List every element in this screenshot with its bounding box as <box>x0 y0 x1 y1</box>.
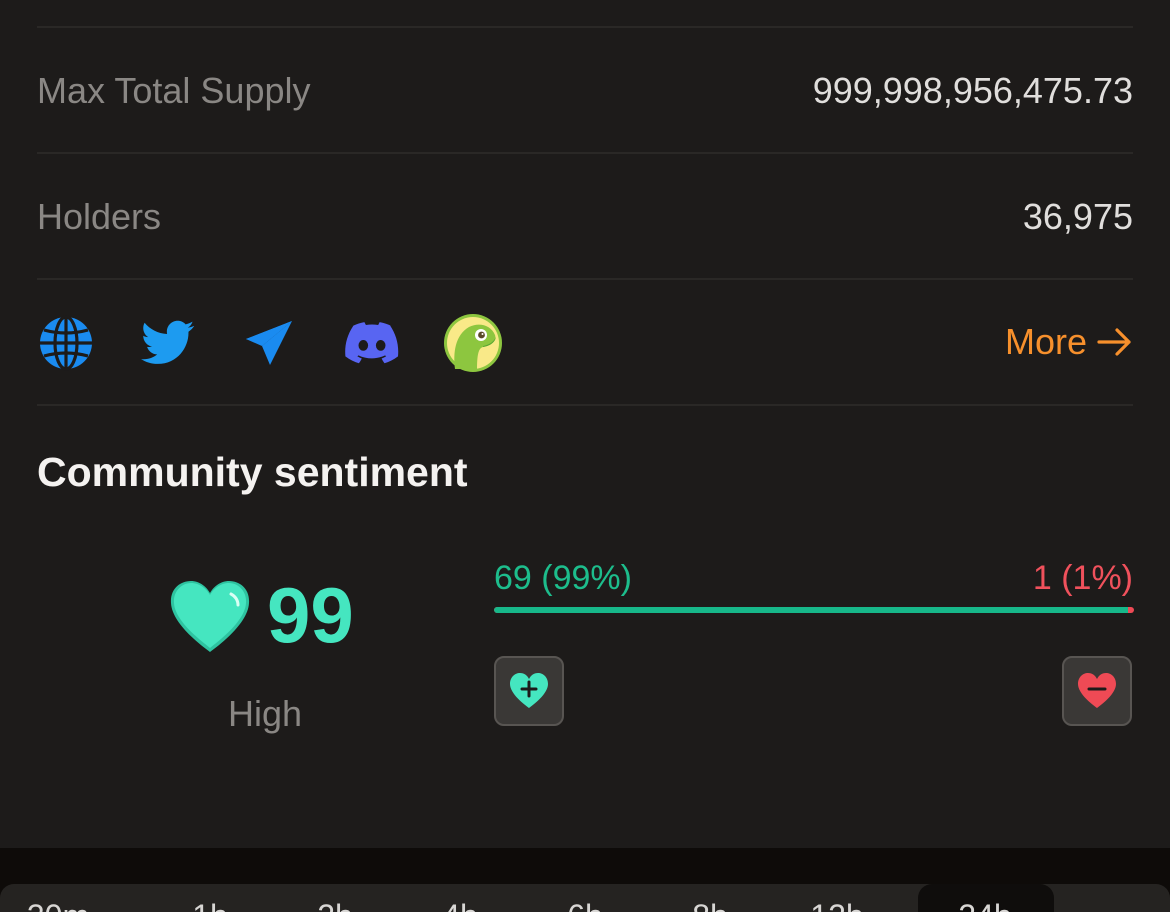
tab-6h[interactable]: 6h <box>540 898 630 912</box>
tab-24h[interactable]: 24h <box>940 898 1030 912</box>
more-label: More <box>1004 321 1087 362</box>
heart-icon <box>170 581 250 652</box>
max-supply-label: Max Total Supply <box>37 70 311 111</box>
tab-2h[interactable]: 2h <box>290 898 380 912</box>
negative-votes: 1 (1%) <box>1032 559 1133 597</box>
sentiment-level: High <box>227 693 303 734</box>
telegram-link[interactable] <box>238 313 298 373</box>
telegram-icon <box>246 321 292 365</box>
heart-plus-icon <box>510 673 548 708</box>
divider-holders <box>37 278 1133 280</box>
more-link[interactable]: More <box>1005 322 1133 362</box>
vote-positive-button[interactable] <box>494 656 564 726</box>
max-supply-value: 999,998,956,475.73 <box>812 70 1133 111</box>
tab-1h[interactable]: 1h <box>165 898 255 912</box>
positive-votes: 69 (99%) <box>494 559 632 597</box>
discord-link[interactable] <box>342 313 402 373</box>
divider-supply <box>37 152 1133 154</box>
coingecko-icon <box>444 314 502 372</box>
tab-30m[interactable]: 30m <box>13 898 103 912</box>
holders-label: Holders <box>37 196 162 237</box>
vote-negative-button[interactable] <box>1062 656 1132 726</box>
discord-icon <box>345 322 399 364</box>
holders-value: 36,975 <box>1022 196 1133 237</box>
section-title: Community sentiment <box>37 449 468 495</box>
sentiment-score: 99 <box>267 571 354 659</box>
divider-top <box>37 26 1133 28</box>
coingecko-link[interactable] <box>443 313 503 373</box>
tab-12h[interactable]: 12h <box>792 898 882 912</box>
timeframe-tabs: 30m 1h 2h 4h 6h 8h 12h 24h <box>0 884 1170 912</box>
twitter-link[interactable] <box>138 313 198 373</box>
website-link[interactable] <box>36 313 96 373</box>
tab-8h[interactable]: 8h <box>665 898 755 912</box>
globe-icon <box>40 315 92 371</box>
heart-minus-icon <box>1078 673 1116 708</box>
arrow-right-icon <box>1097 328 1131 356</box>
twitter-icon <box>141 320 195 364</box>
tab-4h[interactable]: 4h <box>415 898 505 912</box>
sentiment-bar <box>494 607 1134 613</box>
sentiment-bar-positive <box>494 607 1128 613</box>
divider-links <box>37 404 1133 406</box>
